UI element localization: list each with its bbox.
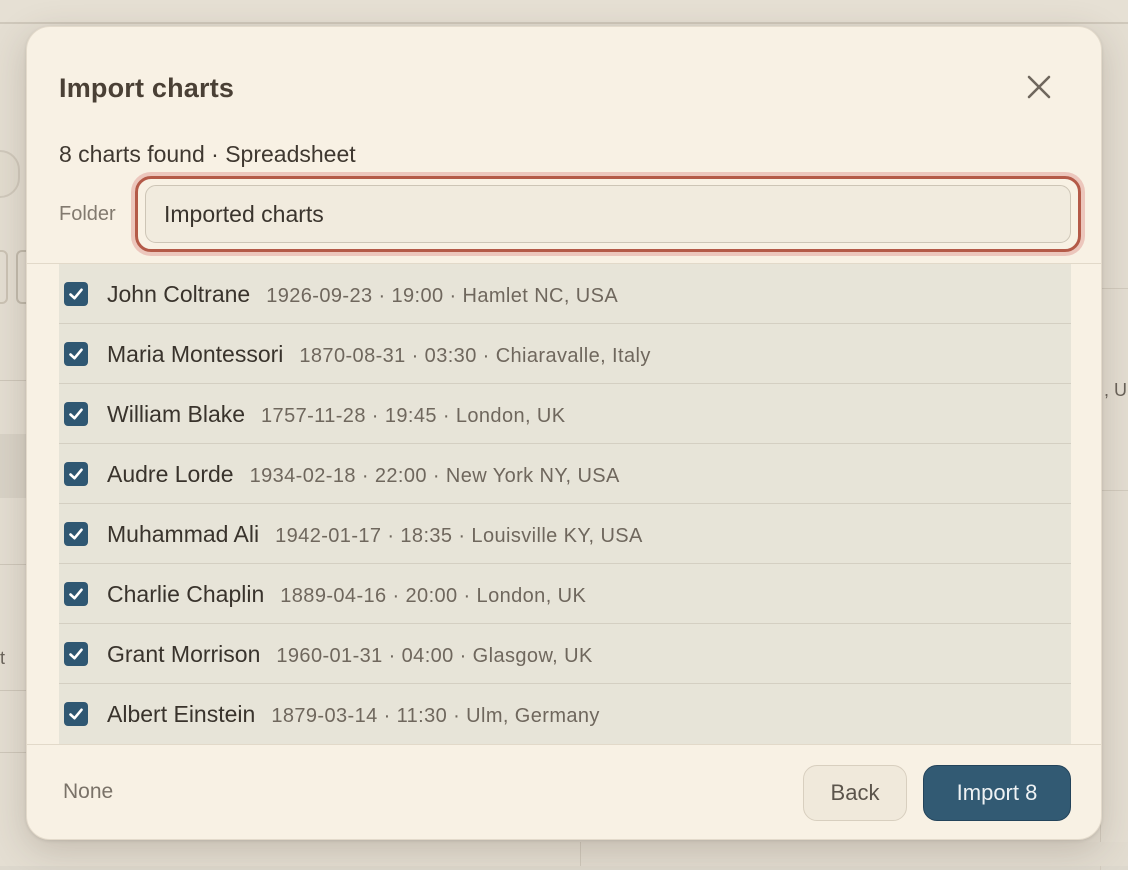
chart-row[interactable]: Charlie Chaplin 1889-04-16 · 20:00 · Lond… bbox=[59, 564, 1071, 624]
checkmark-icon bbox=[69, 348, 83, 360]
chart-name: John Coltrane bbox=[107, 281, 251, 307]
dialog-title: Import charts bbox=[59, 73, 235, 103]
chart-name: Charlie Chaplin bbox=[107, 581, 265, 607]
background-divider bbox=[0, 380, 26, 381]
checkmark-icon bbox=[69, 528, 83, 540]
chart-row-text: Maria Montessori 1870-08-31 · 03:30 · Chi… bbox=[107, 324, 651, 384]
close-icon bbox=[1027, 75, 1051, 99]
select-none-button[interactable]: None bbox=[63, 780, 113, 804]
chart-row-text: Albert Einstein 1879-03-14 · 11:30 · Ulm,… bbox=[107, 684, 600, 744]
chart-name: Maria Montessori bbox=[107, 341, 284, 367]
chart-name: Muhammad Ali bbox=[107, 521, 260, 547]
checkmark-icon bbox=[69, 288, 83, 300]
close-button[interactable] bbox=[1023, 71, 1055, 103]
folder-label: Folder bbox=[59, 203, 116, 225]
chart-row[interactable]: Muhammad Ali 1942-01-17 · 18:35 · Louisvi… bbox=[59, 504, 1071, 564]
background-divider bbox=[0, 564, 26, 565]
import-charts-dialog: Import charts 8 charts found · Spreadshe… bbox=[26, 26, 1102, 840]
background-text-fragment: t bbox=[0, 648, 6, 668]
checkmark-icon bbox=[69, 408, 83, 420]
chart-row[interactable]: Albert Einstein 1879-03-14 · 11:30 · Ulm,… bbox=[59, 684, 1071, 744]
chart-checkbox[interactable] bbox=[64, 522, 88, 546]
chart-birth-details: 1889-04-16 · 20:00 · London, UK bbox=[280, 585, 587, 607]
chart-birth-details: 1934-02-18 · 22:00 · New York NY, USA bbox=[249, 465, 620, 487]
checkmark-icon bbox=[69, 648, 83, 660]
checkmark-icon bbox=[69, 708, 83, 720]
chart-row-text: William Blake 1757-11-28 · 19:45 · London… bbox=[107, 384, 565, 444]
background-toolbar bbox=[0, 0, 1128, 24]
chart-row[interactable]: Audre Lorde 1934-02-18 · 22:00 · New York… bbox=[59, 444, 1071, 504]
chart-row-text: Grant Morrison 1960-01-31 · 04:00 · Glasg… bbox=[107, 624, 593, 684]
folder-input[interactable] bbox=[145, 185, 1071, 243]
background-divider bbox=[0, 752, 26, 753]
chart-checkbox[interactable] bbox=[64, 582, 88, 606]
chart-name: Audre Lorde bbox=[107, 461, 234, 487]
background-chart-area bbox=[580, 842, 1128, 866]
chart-row-text: Charlie Chaplin 1889-04-16 · 20:00 · Lond… bbox=[107, 564, 586, 624]
background-control bbox=[0, 250, 8, 304]
chart-name: William Blake bbox=[107, 401, 246, 427]
chart-row-text: John Coltrane 1926-09-23 · 19:00 · Hamlet… bbox=[107, 264, 618, 324]
chart-list[interactable]: John Coltrane 1926-09-23 · 19:00 · Hamlet… bbox=[59, 264, 1071, 744]
background-divider bbox=[0, 690, 26, 691]
list-divider-bottom bbox=[27, 744, 1101, 745]
chart-row[interactable]: Grant Morrison 1960-01-31 · 04:00 · Glasg… bbox=[59, 624, 1071, 684]
chart-row[interactable]: William Blake 1757-11-28 · 19:45 · London… bbox=[59, 384, 1071, 444]
chart-row-text: Audre Lorde 1934-02-18 · 22:00 · New York… bbox=[107, 444, 620, 504]
chart-checkbox[interactable] bbox=[64, 342, 88, 366]
chart-birth-details: 1942-01-17 · 18:35 · Louisville KY, USA bbox=[275, 525, 643, 547]
back-button[interactable]: Back bbox=[803, 765, 907, 821]
chart-birth-details: 1960-01-31 · 04:00 · Glasgow, UK bbox=[276, 645, 593, 667]
chart-row[interactable]: John Coltrane 1926-09-23 · 19:00 · Hamlet… bbox=[59, 264, 1071, 324]
background-divider bbox=[1100, 288, 1128, 289]
background-selected-row bbox=[0, 434, 26, 498]
chart-row[interactable]: Maria Montessori 1870-08-31 · 03:30 · Chi… bbox=[59, 324, 1071, 384]
chart-name: Albert Einstein bbox=[107, 701, 256, 727]
background-pill-button bbox=[0, 150, 20, 198]
chart-row-text: Muhammad Ali 1942-01-17 · 18:35 · Louisvi… bbox=[107, 504, 643, 564]
chart-birth-details: 1757-11-28 · 19:45 · London, UK bbox=[261, 405, 566, 427]
chart-checkbox[interactable] bbox=[64, 402, 88, 426]
chart-birth-details: 1926-09-23 · 19:00 · Hamlet NC, USA bbox=[266, 285, 619, 307]
background-right-panel bbox=[1100, 230, 1128, 870]
chart-checkbox[interactable] bbox=[64, 462, 88, 486]
checkmark-icon bbox=[69, 588, 83, 600]
background-text-fragment: , U bbox=[1104, 380, 1128, 400]
chart-birth-details: 1879-03-14 · 11:30 · Ulm, Germany bbox=[271, 705, 600, 727]
chart-checkbox[interactable] bbox=[64, 282, 88, 306]
background-divider bbox=[1100, 490, 1128, 491]
chart-checkbox[interactable] bbox=[64, 642, 88, 666]
chart-name: Grant Morrison bbox=[107, 641, 261, 667]
chart-checkbox[interactable] bbox=[64, 702, 88, 726]
chart-birth-details: 1870-08-31 · 03:30 · Chiaravalle, Italy bbox=[299, 345, 651, 367]
charts-found-summary: 8 charts found · Spreadsheet bbox=[59, 141, 356, 167]
checkmark-icon bbox=[69, 468, 83, 480]
import-button[interactable]: Import 8 bbox=[923, 765, 1071, 821]
